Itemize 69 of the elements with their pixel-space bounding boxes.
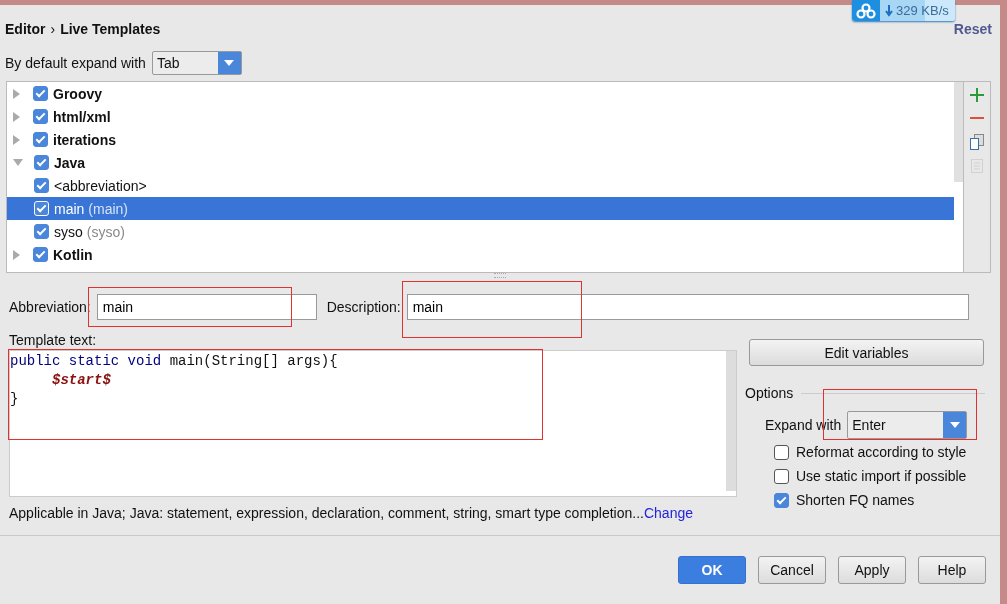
copy-icon <box>970 134 984 150</box>
label: By default expand with <box>5 55 146 71</box>
tree-row[interactable]: Java <box>7 151 954 174</box>
group-label: Groovy <box>53 85 102 102</box>
tree-row[interactable]: iterations <box>7 128 954 151</box>
cloud-rings-icon <box>856 2 876 19</box>
tree-row[interactable]: syso (syso) <box>7 220 954 243</box>
default-expand-dropdown[interactable]: Tab <box>151 51 242 75</box>
breadcrumb-separator: › <box>50 21 56 37</box>
tree-row[interactable]: Kotlin <box>7 243 954 266</box>
group-label: html/xml <box>53 108 111 125</box>
caret-icon <box>949 422 960 428</box>
abbreviation-field[interactable]: main <box>96 294 317 320</box>
resize-grip[interactable] <box>494 273 506 278</box>
options-heading: Options <box>745 385 794 401</box>
template-text-label: Template text: <box>9 332 98 350</box>
checkbox[interactable] <box>34 178 49 193</box>
tree-row[interactable]: main (main) <box>7 197 954 220</box>
checkbox[interactable] <box>33 247 48 262</box>
checkbox[interactable] <box>33 109 48 124</box>
tree-row[interactable]: <abbreviation> <box>7 174 954 197</box>
checkbox[interactable] <box>34 224 49 239</box>
change-link[interactable]: Change <box>643 505 693 521</box>
code-line: } <box>10 390 20 409</box>
dialog-button[interactable]: Help <box>918 556 986 584</box>
checkbox[interactable] <box>774 492 789 508</box>
expand-arrow-icon[interactable] <box>13 134 20 145</box>
applicable-contexts-text: Applicable in Java; Java: statement, expression, declaration, comment, string, smart type completion... <box>9 505 644 521</box>
download-speed: 329 KB/s <box>896 3 949 18</box>
group-label: Java <box>54 154 86 171</box>
template-description: (main) <box>88 200 129 217</box>
add-icon <box>970 88 984 102</box>
template-label: syso <box>54 223 83 240</box>
down-arrow-icon <box>885 4 893 17</box>
dialog-button[interactable]: OK <box>678 556 746 584</box>
expand-with-dropdown[interactable]: Enter <box>847 411 968 439</box>
description-field[interactable]: main <box>406 294 969 320</box>
reset-link[interactable]: Reset <box>953 21 992 37</box>
checkbox[interactable] <box>33 132 48 147</box>
expand-arrow-icon[interactable] <box>13 249 20 260</box>
template-text-editor[interactable]: public static void main(String[] args){ $start$ } <box>9 350 737 497</box>
breadcrumb-item: Live Templates <box>60 21 161 37</box>
checkbox[interactable] <box>34 155 49 170</box>
template-label: <abbreviation> <box>54 177 147 194</box>
dialog-button[interactable]: Apply <box>838 556 906 584</box>
group-label: Kotlin <box>53 246 93 263</box>
template-label: main <box>54 200 85 217</box>
scrollbar[interactable] <box>954 82 963 182</box>
collapse-arrow-icon[interactable] <box>13 159 23 166</box>
checkbox[interactable] <box>774 444 789 460</box>
dialog-button[interactable]: Cancel <box>758 556 826 584</box>
expand-arrow-icon[interactable] <box>13 88 20 99</box>
caret-icon <box>224 60 235 66</box>
checkbox-label: Use static import if possible <box>796 468 967 484</box>
expand-arrow-icon[interactable] <box>13 111 20 122</box>
edit-variables-button[interactable]: Edit variables <box>749 339 984 366</box>
code-line: $start$ <box>51 371 112 390</box>
checkbox-label: Reformat according to style <box>796 444 967 460</box>
tree-row[interactable]: html/xml <box>7 105 954 128</box>
code-line: public static void main(String[] args){ <box>10 352 339 371</box>
field-label: Description: <box>326 299 401 315</box>
checkbox[interactable] <box>33 86 48 101</box>
checkbox[interactable] <box>774 468 789 484</box>
template-description: (syso) <box>86 223 125 240</box>
group-label: iterations <box>53 131 116 148</box>
tree-row[interactable]: Groovy <box>7 82 954 105</box>
scrollbar[interactable] <box>726 351 736 491</box>
checkbox-label: Shorten FQ names <box>796 492 915 508</box>
breadcrumb-item: Editor <box>5 21 46 37</box>
